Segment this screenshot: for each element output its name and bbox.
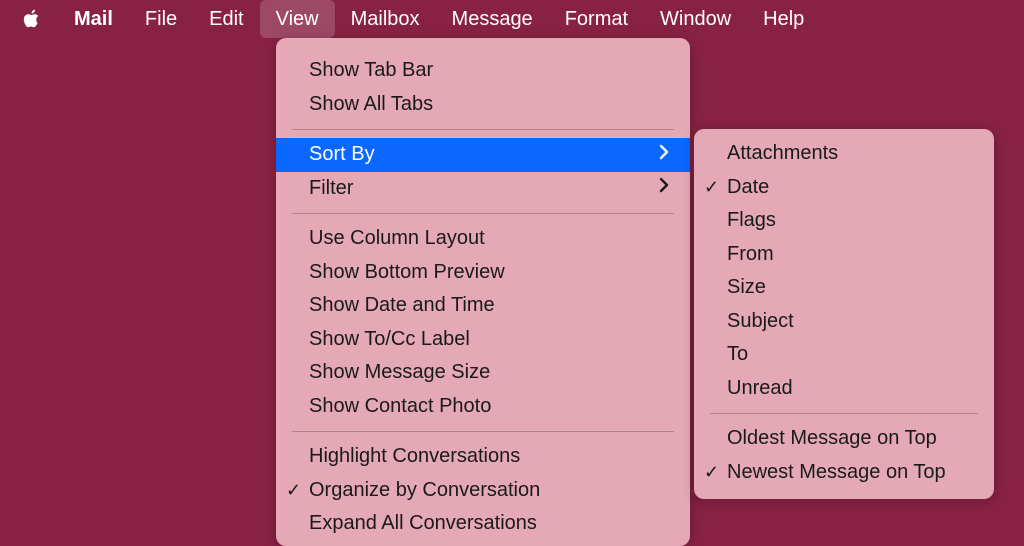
menubar-item-message[interactable]: Message bbox=[436, 0, 549, 38]
submenu-item-from[interactable]: From bbox=[694, 238, 994, 272]
menu-item-label: Sort By bbox=[309, 143, 375, 166]
menu-item-sort-by[interactable]: Sort By bbox=[276, 138, 690, 172]
check-icon: ✓ bbox=[704, 177, 719, 198]
menu-item-highlight-conversations[interactable]: Highlight Conversations bbox=[276, 440, 690, 474]
menu-item-show-contact-photo[interactable]: Show Contact Photo bbox=[276, 390, 690, 424]
submenu-item-newest-top[interactable]: ✓ Newest Message on Top bbox=[694, 456, 994, 490]
menubar-item-file[interactable]: File bbox=[129, 0, 193, 38]
menu-item-filter[interactable]: Filter bbox=[276, 172, 690, 206]
menubar-item-help[interactable]: Help bbox=[747, 0, 820, 38]
apple-logo-icon[interactable] bbox=[22, 9, 40, 29]
menu-item-show-date-time[interactable]: Show Date and Time bbox=[276, 289, 690, 323]
menu-item-show-bottom-preview[interactable]: Show Bottom Preview bbox=[276, 256, 690, 290]
menu-item-label: Organize by Conversation bbox=[309, 479, 540, 502]
menu-item-label: Newest Message on Top bbox=[727, 461, 946, 484]
submenu-item-flags[interactable]: Flags bbox=[694, 204, 994, 238]
menu-item-label: Filter bbox=[309, 177, 353, 200]
menubar-item-edit[interactable]: Edit bbox=[193, 0, 259, 38]
submenu-item-attachments[interactable]: Attachments bbox=[694, 137, 994, 171]
menu-separator bbox=[292, 213, 674, 214]
menu-separator bbox=[710, 413, 978, 414]
submenu-item-date[interactable]: ✓ Date bbox=[694, 171, 994, 205]
chevron-right-icon bbox=[658, 176, 670, 200]
menubar-item-format[interactable]: Format bbox=[549, 0, 644, 38]
menu-item-expand-all-conversations[interactable]: Expand All Conversations bbox=[276, 507, 690, 541]
menubar-item-mailbox[interactable]: Mailbox bbox=[335, 0, 436, 38]
submenu-item-subject[interactable]: Subject bbox=[694, 305, 994, 339]
view-menu: Show Tab Bar Show All Tabs Sort By Filte… bbox=[276, 38, 690, 546]
check-icon: ✓ bbox=[286, 480, 301, 501]
menubar-item-window[interactable]: Window bbox=[644, 0, 747, 38]
menubar: Mail File Edit View Mailbox Message Form… bbox=[0, 0, 1024, 38]
menu-item-show-to-cc[interactable]: Show To/Cc Label bbox=[276, 323, 690, 357]
menu-separator bbox=[292, 431, 674, 432]
menubar-item-view[interactable]: View bbox=[260, 0, 335, 38]
chevron-right-icon bbox=[658, 143, 670, 167]
submenu-item-unread[interactable]: Unread bbox=[694, 372, 994, 406]
menu-item-show-message-size[interactable]: Show Message Size bbox=[276, 356, 690, 390]
menu-item-show-all-tabs[interactable]: Show All Tabs bbox=[276, 88, 690, 122]
menu-item-use-column-layout[interactable]: Use Column Layout bbox=[276, 222, 690, 256]
menu-item-show-tab-bar[interactable]: Show Tab Bar bbox=[276, 54, 690, 88]
menu-item-label: Date bbox=[727, 176, 769, 199]
sort-by-submenu: Attachments ✓ Date Flags From Size Subje… bbox=[694, 129, 994, 499]
menu-separator bbox=[292, 129, 674, 130]
submenu-item-size[interactable]: Size bbox=[694, 271, 994, 305]
check-icon: ✓ bbox=[704, 462, 719, 483]
menu-item-organize-by-conversation[interactable]: ✓ Organize by Conversation bbox=[276, 474, 690, 508]
submenu-item-oldest-top[interactable]: Oldest Message on Top bbox=[694, 422, 994, 456]
menubar-item-appname[interactable]: Mail bbox=[68, 0, 129, 38]
submenu-item-to[interactable]: To bbox=[694, 338, 994, 372]
